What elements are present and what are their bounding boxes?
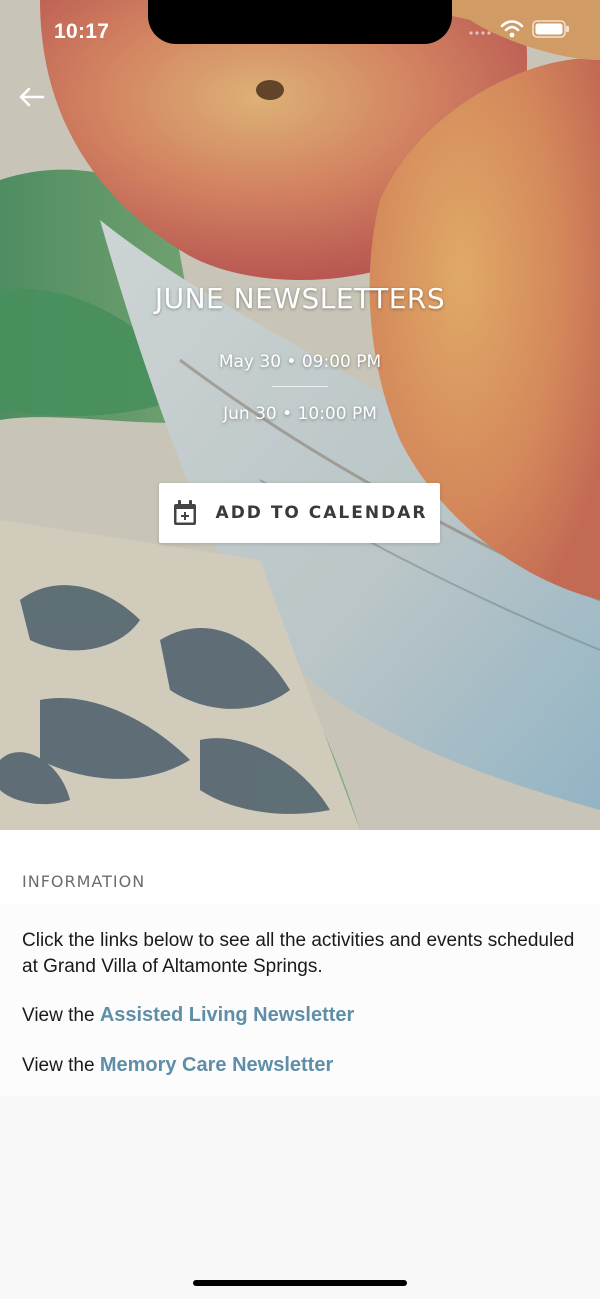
newsletter-link-row: View the Memory Care Newsletter: [22, 1054, 333, 1077]
add-to-calendar-button[interactable]: ADD TO CALENDAR: [159, 483, 440, 543]
newsletter-link-row: View the Assisted Living Newsletter: [22, 1004, 354, 1027]
information-section: INFORMATION Click the links below to see…: [0, 830, 600, 1299]
add-to-calendar-label: ADD TO CALENDAR: [215, 503, 428, 523]
date-divider: [272, 386, 328, 387]
assisted-living-newsletter-link[interactable]: Assisted Living Newsletter: [100, 1004, 355, 1026]
event-title: JUNE NEWSLETTERS: [154, 282, 446, 315]
device-notch: [148, 0, 452, 44]
back-arrow-icon: [19, 87, 45, 107]
hero-image: 10:17 JUNE NEWSLETTERS May 30 • 09:00 PM…: [0, 0, 600, 830]
information-body: Click the links below to see all the act…: [0, 904, 600, 1096]
status-icons: [468, 20, 570, 43]
information-header: INFORMATION: [0, 830, 600, 904]
status-bar: 10:17: [0, 0, 600, 66]
signal-icon: [468, 23, 492, 41]
memory-care-newsletter-link[interactable]: Memory Care Newsletter: [100, 1054, 333, 1076]
wifi-icon: [500, 20, 524, 43]
back-button[interactable]: [14, 82, 48, 112]
home-indicator[interactable]: [193, 1280, 407, 1286]
link-prefix: View the: [22, 1005, 100, 1026]
calendar-add-icon: [173, 500, 196, 525]
status-time: 10:17: [54, 20, 110, 43]
battery-icon: [532, 20, 570, 43]
link-prefix: View the: [22, 1055, 100, 1076]
information-header-label: INFORMATION: [22, 872, 146, 891]
information-description: Click the links below to see all the act…: [22, 930, 575, 977]
event-start-datetime: May 30 • 09:00 PM: [218, 352, 382, 372]
event-end-datetime: Jun 30 • 10:00 PM: [223, 404, 377, 424]
